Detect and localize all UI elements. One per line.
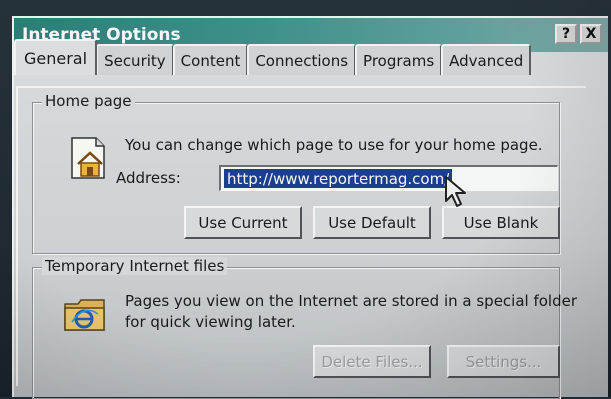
temp-files-group: Temporary Internet files [32,257,560,399]
tab-connections[interactable]: Connections [247,44,357,75]
address-selected-text: http://www.reportermag.com/ [224,169,453,188]
tab-content[interactable]: Content [172,44,249,75]
tab-programs[interactable]: Programs [355,44,443,75]
temp-files-group-title: Temporary Internet files [42,257,228,275]
use-default-button[interactable]: Use Default [313,206,431,239]
temp-files-description-line2: for quick viewing later. [125,313,296,331]
address-input[interactable]: http://www.reportermag.com/ [219,165,558,191]
delete-files-button[interactable]: Delete Files... [313,345,431,378]
tab-strip: General Security Content Connections Pro… [14,39,532,75]
settings-button[interactable]: Settings... [447,345,560,378]
home-page-group-title: Home page [42,92,135,110]
use-current-button[interactable]: Use Current [184,206,302,239]
close-button[interactable]: X [580,24,602,44]
help-button[interactable]: ? [555,24,577,44]
ie-folder-icon [62,292,108,338]
tab-advanced[interactable]: Advanced [441,44,532,75]
house-page-icon [66,136,110,184]
address-label: Address: [116,169,181,187]
mouse-pointer-icon [444,175,470,213]
tab-security[interactable]: Security [96,44,174,75]
temp-files-description-line1: Pages you view on the Internet are store… [125,292,578,310]
home-page-description: You can change which page to use for you… [125,136,543,154]
tab-general[interactable]: General [14,39,98,75]
